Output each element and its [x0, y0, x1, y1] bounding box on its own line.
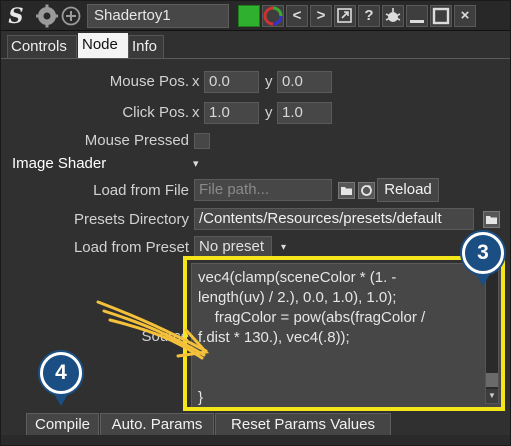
step-4-badge-pointer: [54, 394, 68, 406]
step-3-badge-pointer: [476, 274, 490, 286]
step-3-badge: 3: [462, 232, 504, 274]
step-4-badge: 4: [40, 352, 82, 394]
